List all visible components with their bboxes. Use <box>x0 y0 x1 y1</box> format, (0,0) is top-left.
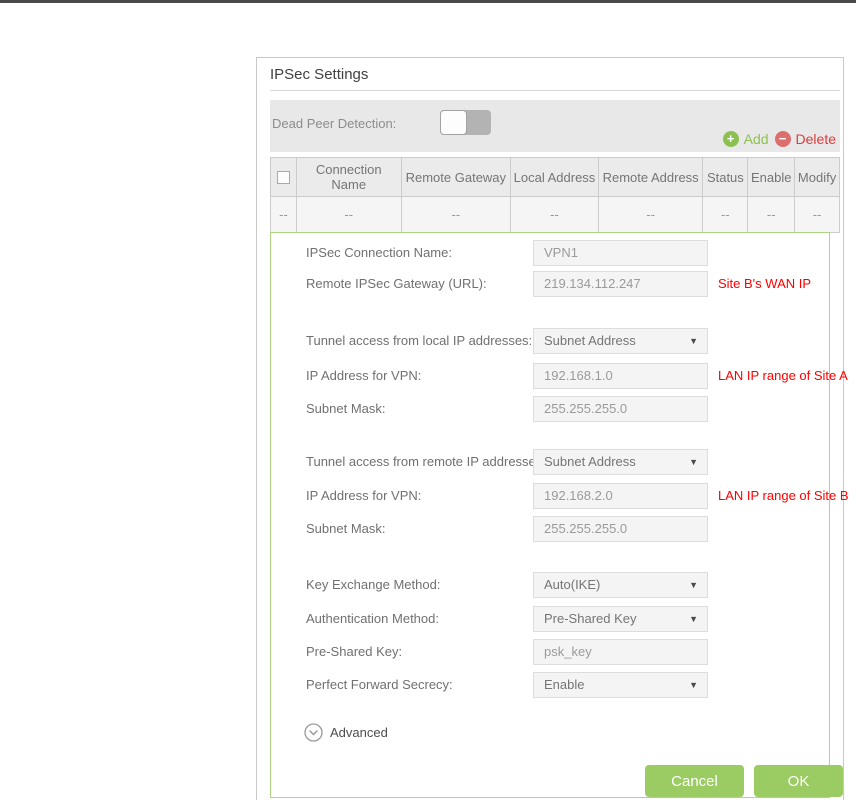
selected-option: Subnet Address <box>544 333 636 348</box>
toggle-knob-icon <box>440 110 467 135</box>
chevron-down-icon: ▼ <box>689 607 698 631</box>
advanced-label: Advanced <box>330 725 388 740</box>
delete-button[interactable]: − Delete <box>775 131 836 147</box>
field-label: Pre-Shared Key: <box>306 639 402 665</box>
dead-peer-detection-bar: Dead Peer Detection: + Add − Delete <box>270 100 840 152</box>
delete-button-label: Delete <box>796 131 836 147</box>
annotation-site-b-wan-ip: Site B's WAN IP <box>718 271 811 297</box>
form-row-pre-shared-key: Pre-Shared Key: psk_key <box>270 639 856 665</box>
field-label: Key Exchange Method: <box>306 572 440 598</box>
remote-vpn-ip-input[interactable]: 192.168.2.0 <box>533 483 708 509</box>
tunnel-local-select[interactable]: Subnet Address ▼ <box>533 328 708 354</box>
form-row-pfs: Perfect Forward Secrecy: Enable ▼ <box>270 672 856 698</box>
empty-cell: -- <box>702 197 747 232</box>
connection-name-input[interactable]: VPN1 <box>533 240 708 266</box>
ok-button[interactable]: OK <box>754 765 843 797</box>
form-row-connection-name: IPSec Connection Name: VPN1 <box>270 240 856 266</box>
empty-cell: -- <box>747 197 794 232</box>
empty-cell: -- <box>794 197 839 232</box>
selected-option: Enable <box>544 677 584 692</box>
field-label: IPSec Connection Name: <box>306 240 452 266</box>
advanced-toggle-link[interactable]: Advanced <box>304 723 388 742</box>
form-row-local-subnet-mask: Subnet Mask: 255.255.255.0 <box>270 396 856 422</box>
column-header: Modify <box>794 158 839 196</box>
form-row-tunnel-local: Tunnel access from local IP addresses: S… <box>270 328 856 354</box>
empty-cell: -- <box>271 197 296 232</box>
table-header-row: Connection Name Remote Gateway Local Add… <box>271 158 839 196</box>
connections-table: Connection Name Remote Gateway Local Add… <box>270 157 840 233</box>
chevron-down-circle-icon <box>304 723 323 742</box>
page-title: IPSec Settings <box>270 66 368 83</box>
chevron-down-icon: ▼ <box>689 450 698 474</box>
selected-option: Pre-Shared Key <box>544 611 637 626</box>
field-label: Authentication Method: <box>306 606 439 632</box>
select-all-cell <box>271 158 296 196</box>
minus-circle-icon: − <box>775 131 791 147</box>
form-row-key-exchange: Key Exchange Method: Auto(IKE) ▼ <box>270 572 856 598</box>
empty-cell: -- <box>296 197 401 232</box>
form-row-authentication: Authentication Method: Pre-Shared Key ▼ <box>270 606 856 632</box>
field-label: Tunnel access from remote IP addresses: <box>306 449 546 475</box>
column-header: Enable <box>747 158 794 196</box>
plus-circle-icon: + <box>723 131 739 147</box>
select-all-checkbox[interactable] <box>277 171 290 184</box>
column-header: Local Address <box>510 158 598 196</box>
field-label: Perfect Forward Secrecy: <box>306 672 453 698</box>
connection-edit-form <box>270 232 830 798</box>
tunnel-remote-select[interactable]: Subnet Address ▼ <box>533 449 708 475</box>
dead-peer-detection-toggle[interactable] <box>440 110 491 135</box>
perfect-forward-secrecy-select[interactable]: Enable ▼ <box>533 672 708 698</box>
top-border <box>0 0 856 3</box>
local-subnet-mask-input[interactable]: 255.255.255.0 <box>533 396 708 422</box>
field-label: IP Address for VPN: <box>306 483 421 509</box>
form-row-tunnel-remote: Tunnel access from remote IP addresses: … <box>270 449 856 475</box>
empty-cell: -- <box>401 197 511 232</box>
key-exchange-select[interactable]: Auto(IKE) ▼ <box>533 572 708 598</box>
annotation-lan-ip-site-a: LAN IP range of Site A <box>718 363 848 389</box>
ipsec-settings-page: IPSec Settings Dead Peer Detection: + Ad… <box>0 0 856 800</box>
empty-cell: -- <box>598 197 703 232</box>
remote-gateway-input[interactable]: 219.134.112.247 <box>533 271 708 297</box>
pre-shared-key-input[interactable]: psk_key <box>533 639 708 665</box>
authentication-method-select[interactable]: Pre-Shared Key ▼ <box>533 606 708 632</box>
column-header: Connection Name <box>296 158 401 196</box>
local-vpn-ip-input[interactable]: 192.168.1.0 <box>533 363 708 389</box>
title-separator <box>270 90 840 91</box>
annotation-lan-ip-site-b: LAN IP range of Site B <box>718 483 849 509</box>
table-empty-row: -- -- -- -- -- -- -- -- <box>271 196 839 232</box>
field-label: Remote IPSec Gateway (URL): <box>306 271 487 297</box>
chevron-down-icon: ▼ <box>689 573 698 597</box>
form-row-remote-subnet-mask: Subnet Mask: 255.255.255.0 <box>270 516 856 542</box>
dead-peer-detection-label: Dead Peer Detection: <box>272 116 396 131</box>
selected-option: Auto(IKE) <box>544 577 600 592</box>
cancel-button[interactable]: Cancel <box>645 765 744 797</box>
column-header: Remote Address <box>598 158 703 196</box>
form-row-remote-gateway: Remote IPSec Gateway (URL): 219.134.112.… <box>270 271 856 297</box>
table-actions: + Add − Delete <box>723 131 836 147</box>
selected-option: Subnet Address <box>544 454 636 469</box>
column-header: Status <box>702 158 747 196</box>
chevron-down-icon: ▼ <box>689 673 698 697</box>
form-row-remote-vpn-ip: IP Address for VPN: 192.168.2.0 LAN IP r… <box>270 483 856 509</box>
column-header: Remote Gateway <box>401 158 511 196</box>
add-button[interactable]: + Add <box>723 131 769 147</box>
empty-cell: -- <box>510 197 598 232</box>
chevron-down-icon: ▼ <box>689 329 698 353</box>
field-label: Subnet Mask: <box>306 516 386 542</box>
field-label: Tunnel access from local IP addresses: <box>306 328 532 354</box>
add-button-label: Add <box>744 131 769 147</box>
remote-subnet-mask-input[interactable]: 255.255.255.0 <box>533 516 708 542</box>
form-row-local-vpn-ip: IP Address for VPN: 192.168.1.0 LAN IP r… <box>270 363 856 389</box>
field-label: IP Address for VPN: <box>306 363 421 389</box>
field-label: Subnet Mask: <box>306 396 386 422</box>
